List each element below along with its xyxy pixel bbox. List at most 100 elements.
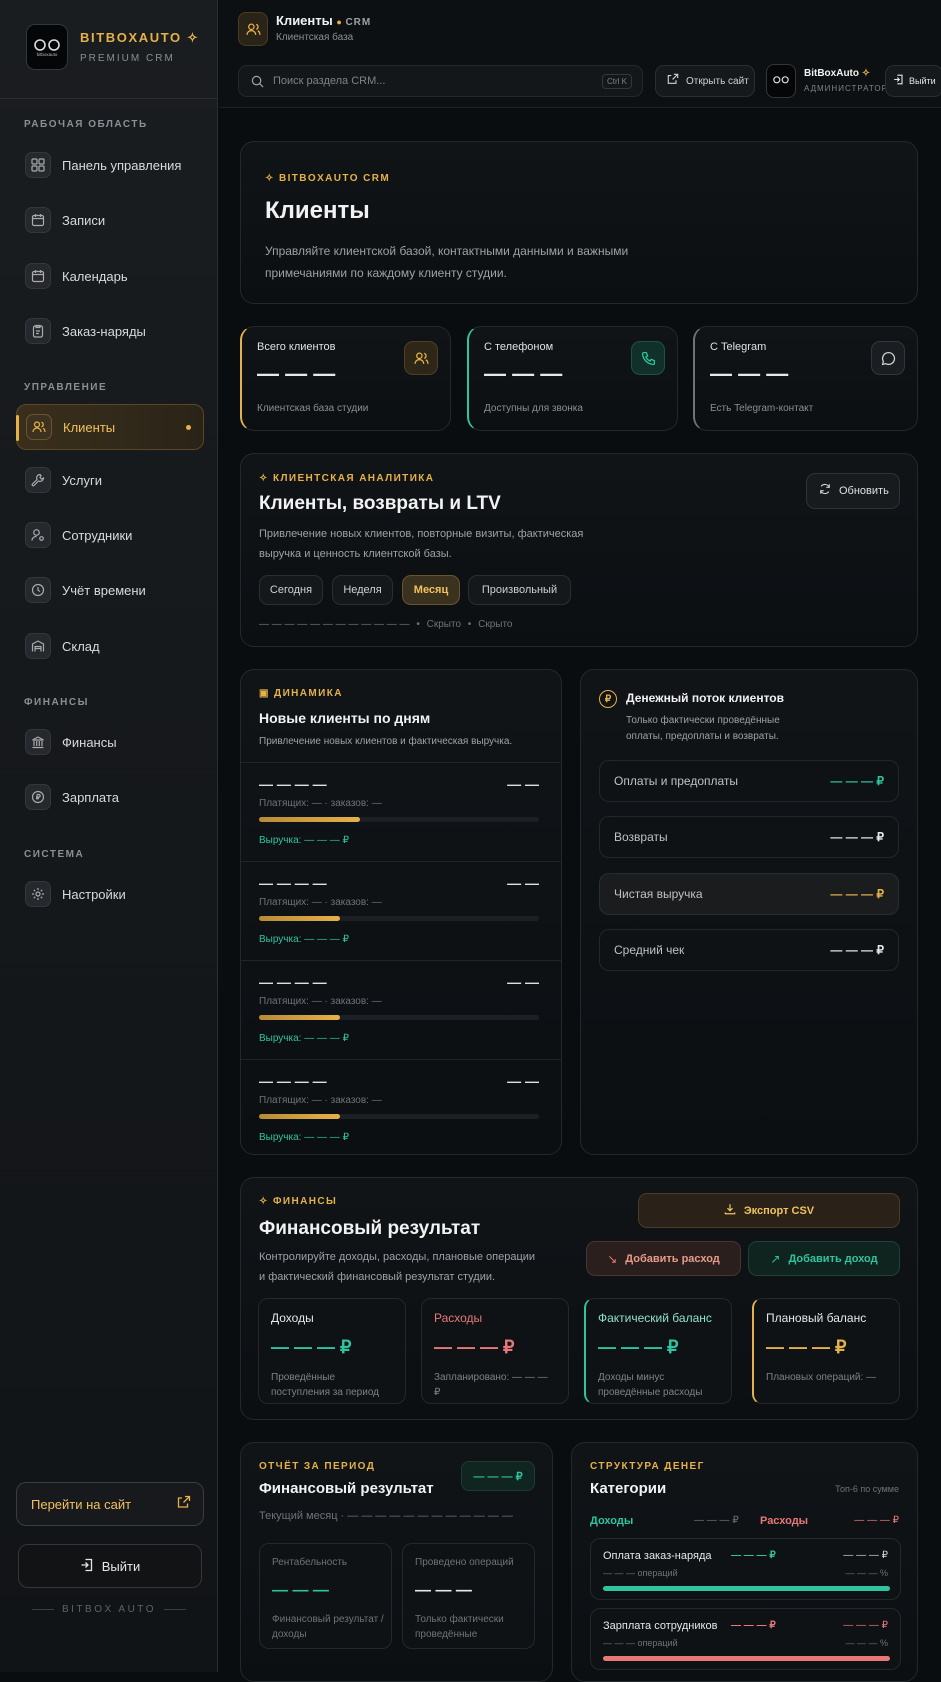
coin-icon (25, 784, 51, 810)
analytics-card: ✧ КЛИЕНТСКАЯ АНАЛИТИКА Клиенты, возвраты… (240, 453, 918, 647)
stat-sub: Клиентская база студии (257, 403, 369, 414)
sparkle-icon: ✧ (265, 173, 275, 184)
fin-label: Плановый баланс (766, 1311, 867, 1325)
sidebar-item-label: Финансы (62, 734, 117, 750)
row-revenue: Выручка: — — — ₽ (259, 1033, 349, 1044)
sidebar-item-label: Календарь (62, 268, 128, 284)
hero-kicker: ✧ BITBOXAUTO CRM (265, 173, 391, 184)
stat-label: Всего клиентов (257, 341, 336, 353)
sparkle-icon: ✧ (259, 1196, 269, 1207)
sidebar-item-clients[interactable]: Клиенты (16, 404, 204, 450)
period-range: — — — — — — — — — — — — • Скрыто • Скрыт… (259, 619, 513, 630)
row-date: — — — — (259, 974, 327, 990)
users-icon (404, 341, 438, 375)
tab-today[interactable]: Сегодня (259, 575, 323, 605)
sparkle-icon: ✧ (861, 68, 871, 79)
sidebar-logout-button[interactable]: Выйти (18, 1544, 202, 1588)
category-name: Зарплата сотрудников (603, 1620, 718, 1632)
category-row: Зарплата сотрудников — — — ₽ — — — ₽ — —… (590, 1608, 901, 1670)
calendar-icon (25, 263, 51, 289)
cashflow-title: Денежный поток клиентов (626, 691, 785, 705)
tab-custom[interactable]: Произвольный (468, 575, 571, 605)
export-csv-button[interactable]: Экспорт CSV (638, 1193, 900, 1228)
report-kicker: ОТЧЁТ ЗА ПЕРИОД (259, 1461, 376, 1472)
avatar[interactable] (766, 64, 796, 98)
row-revenue: Выручка: — — — ₽ (259, 835, 349, 846)
section-finance: ФИНАНСЫ (24, 697, 89, 708)
cashflow-row-avg-check: Средний чек — — — ₽ (599, 929, 899, 971)
sparkle-icon: ✧ (186, 30, 200, 45)
external-link-icon (177, 1495, 191, 1514)
search-input[interactable]: Поиск раздела CRM... Ctrl K (238, 65, 643, 97)
fin-sub: Доходы минус проведённые расходы (598, 1372, 703, 1398)
sidebar-item-services[interactable]: Услуги (16, 457, 204, 503)
fin-sub: Плановых операций: — (766, 1372, 877, 1383)
message-icon (871, 341, 905, 375)
income-label: Доходы (590, 1515, 634, 1527)
box-sub: Финансовый результат / доходы (272, 1614, 384, 1640)
report-title: Финансовый результат (259, 1480, 434, 1497)
section-system: СИСТЕМА (24, 849, 85, 860)
go-to-site-button[interactable]: Перейти на сайт (16, 1482, 204, 1526)
sidebar-item-orders[interactable]: Заказ-наряды (16, 308, 204, 354)
sidebar-item-records[interactable]: Записи (16, 197, 204, 243)
sidebar-item-label: Клиенты (63, 419, 116, 435)
brand-name: BITBOXAUTO ✧ (80, 30, 200, 45)
progress-bar (259, 916, 539, 921)
row-count: — — (507, 776, 539, 792)
row-count: — — (507, 974, 539, 990)
category-ops: — — — операций (603, 1638, 678, 1648)
sidebar-item-label: Зарплата (62, 789, 119, 805)
sparkle-icon: ✧ (259, 473, 269, 484)
hero-title: Клиенты (265, 197, 370, 224)
stat-card-telegram: С Telegram — — — Есть Telegram-контакт (693, 326, 918, 431)
page-subtitle: Клиентская база (276, 32, 354, 43)
sidebar: bitboxauto BITBOXAUTO ✧ PREMIUM CRM РАБО… (0, 0, 218, 1672)
sidebar-item-staff[interactable]: Сотрудники (16, 512, 204, 558)
stat-label: С телефоном (484, 341, 554, 353)
sidebar-item-label: Услуги (62, 472, 102, 488)
stat-value: — — — (710, 361, 789, 386)
list-item: — — — — — — Платящих: — · заказов: — Выр… (241, 762, 561, 861)
hero-card: ✧ BITBOXAUTO CRM Клиенты Управляйте клие… (240, 141, 918, 304)
flow-value: — — — ₽ (830, 830, 884, 844)
row-count: — — (507, 1073, 539, 1089)
wrench-icon (25, 467, 51, 493)
open-site-button[interactable]: Открыть сайт (655, 65, 755, 97)
sidebar-item-calendar[interactable]: Календарь (16, 253, 204, 299)
sidebar-item-warehouse[interactable]: Склад (16, 623, 204, 669)
sidebar-item-label: Заказ-наряды (62, 323, 146, 339)
fin-sub: Проведённые поступления за период (271, 1372, 380, 1398)
row-revenue: Выручка: — — — ₽ (259, 1132, 349, 1143)
box-label: Рентабельность (272, 1557, 348, 1568)
row-meta: Платящих: — · заказов: — (259, 996, 382, 1007)
hero-description: Управляйте клиентской базой, контактными… (265, 244, 629, 280)
tab-week[interactable]: Неделя (332, 575, 393, 605)
structure-kicker: СТРУКТУРА ДЕНЕГ (590, 1461, 705, 1472)
sidebar-item-label: Записи (62, 212, 106, 228)
finance-actual-balance-card: Фактический баланс — — — ₽ Доходы минус … (584, 1298, 732, 1404)
category-row: Оплата заказ-наряда — — — ₽ — — — ₽ — — … (590, 1538, 901, 1600)
header-logout-button[interactable]: Выйти (885, 65, 941, 97)
go-to-site-label: Перейти на сайт (31, 1496, 132, 1512)
sidebar-item-dashboard[interactable]: Панель управления (16, 142, 204, 188)
sidebar-item-finance[interactable]: Финансы (16, 719, 204, 765)
finance-description: Контролируйте доходы, расходы, плановые … (259, 1251, 536, 1283)
category-total: — — — ₽ (843, 1550, 888, 1561)
stat-sub: Доступны для звонка (484, 403, 583, 414)
add-expense-button[interactable]: ↘ Добавить расход (586, 1241, 741, 1276)
tab-month[interactable]: Месяц (402, 575, 460, 605)
refresh-button[interactable]: Обновить (806, 473, 900, 509)
flow-value: — — — ₽ (830, 887, 884, 901)
sidebar-item-salary[interactable]: Зарплата (16, 774, 204, 820)
warehouse-icon (25, 633, 51, 659)
top-bar: Клиенты ● CRM Клиентская база Поиск разд… (219, 0, 941, 108)
add-income-button[interactable]: ↗ Добавить доход (748, 1241, 900, 1276)
user-name: BitBoxAuto ✧ (804, 68, 871, 79)
brand-logo[interactable]: bitboxauto (26, 24, 68, 70)
sidebar-item-settings[interactable]: Настройки (16, 871, 204, 917)
finance-title: Финансовый результат (259, 1218, 481, 1239)
finance-expense-card: Расходы — — — ₽ Запланировано: — — — ₽ (421, 1298, 569, 1404)
progress-bar (259, 1015, 539, 1020)
sidebar-item-time[interactable]: Учёт времени (16, 567, 204, 613)
